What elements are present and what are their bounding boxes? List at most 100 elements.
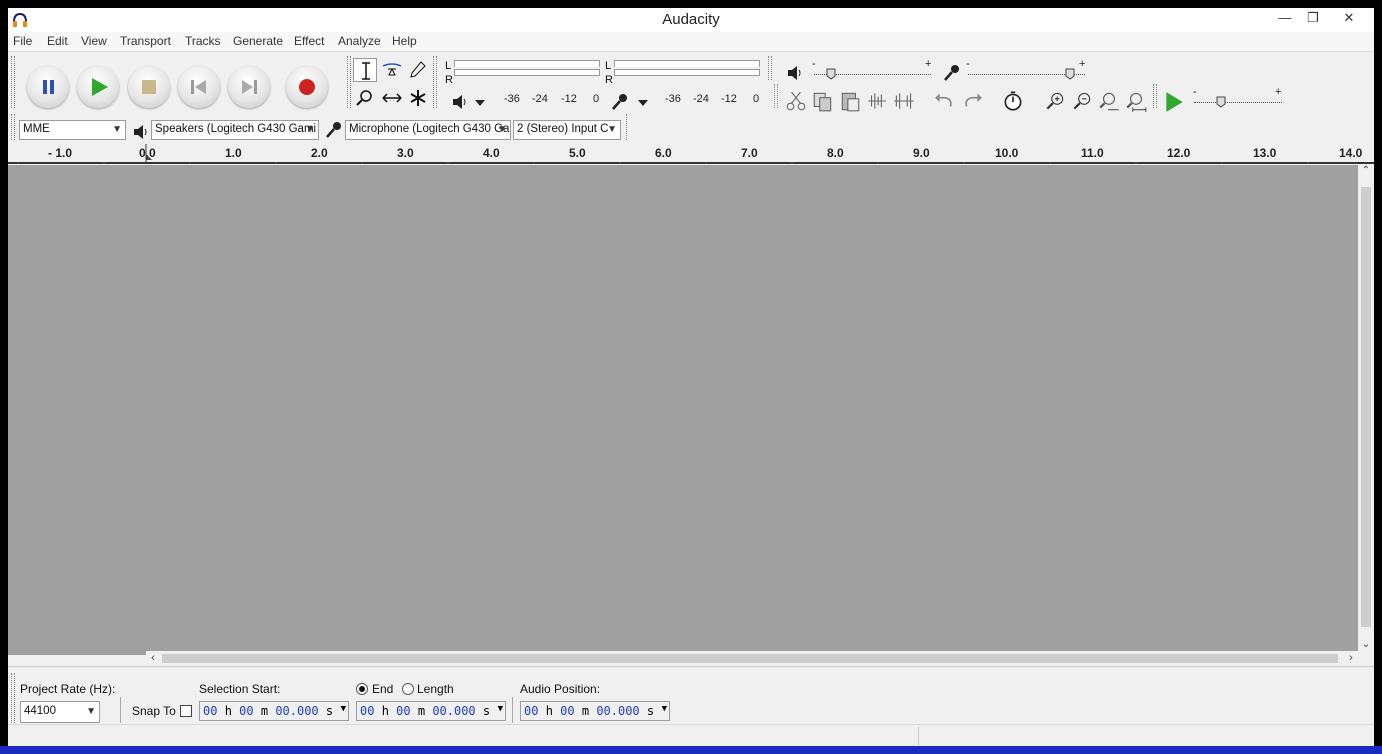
toolbar-area: L R L R -36 -24 -12 0 -36 -24 -12 0 - + … <box>8 52 1374 144</box>
playhead-marker-icon[interactable] <box>143 144 153 164</box>
redo-icon[interactable] <box>960 89 984 113</box>
toolbar-grip[interactable] <box>11 56 15 108</box>
toolbar-grip[interactable] <box>11 673 15 723</box>
copy-icon[interactable] <box>811 89 835 113</box>
play-meter-scale-36: -36 <box>504 93 520 105</box>
horizontal-scroll-thumb[interactable] <box>162 654 1338 663</box>
zoom-in-icon[interactable] <box>1043 89 1067 113</box>
play-meter-scale-12: -12 <box>561 93 577 105</box>
output-volume-slider-thumb[interactable] <box>826 68 836 80</box>
seconds-digits: 00.000 <box>596 704 640 718</box>
microphone-icon[interactable] <box>608 90 632 114</box>
menu-edit[interactable]: Edit <box>47 34 68 48</box>
project-rate-select[interactable]: 44100 ▼ <box>20 701 100 723</box>
record-meter-scale-36: -36 <box>665 93 681 105</box>
silence-icon[interactable] <box>892 89 916 113</box>
selection-end-time[interactable]: 00 h 00 m 00.000 s ▼ <box>356 701 506 721</box>
chevron-down-icon: ▼ <box>112 124 122 135</box>
undo-icon[interactable] <box>933 89 957 113</box>
timeline-ruler[interactable]: - 1.0 0.0 1.0 2.0 3.0 4.0 5.0 6.0 7.0 8.… <box>8 144 1374 164</box>
play-at-speed-slider-track[interactable] <box>1194 102 1282 103</box>
recording-channels-select[interactable]: 2 (Stereo) Input C ▼ <box>513 120 621 140</box>
record-meter-left-bar[interactable] <box>614 60 760 67</box>
multi-tool[interactable] <box>406 86 430 110</box>
play-meter-left-label: L <box>445 60 452 72</box>
skip-start-icon <box>191 80 206 94</box>
vertical-scroll-thumb[interactable] <box>1361 187 1371 627</box>
play-button[interactable] <box>77 66 119 108</box>
end-radio[interactable] <box>356 683 368 695</box>
record-button[interactable] <box>286 66 328 108</box>
menu-view[interactable]: View <box>81 34 107 48</box>
play-meter-left-bar[interactable] <box>454 60 600 67</box>
toolbar-grip[interactable] <box>11 114 15 140</box>
skip-to-end-button[interactable] <box>228 66 270 108</box>
menu-file[interactable]: File <box>13 34 32 48</box>
track-panel[interactable] <box>8 165 1358 655</box>
menu-effect[interactable]: Effect <box>294 34 324 48</box>
desktop-frame: Audacity — ❐ ✕ File Edit View Transport … <box>0 0 1382 754</box>
play-meter-right-bar[interactable] <box>454 69 600 76</box>
zoom-out-icon[interactable] <box>1070 89 1094 113</box>
selection-start-time[interactable]: 00 h 00 m 00.000 s ▼ <box>199 701 349 721</box>
audio-position-time[interactable]: 00 h 00 m 00.000 s ▼ <box>520 701 670 721</box>
sync-lock-icon[interactable] <box>1001 89 1025 113</box>
toolbar-grip[interactable] <box>768 56 772 80</box>
fit-project-icon[interactable] <box>1124 89 1148 113</box>
skip-to-start-button[interactable] <box>178 66 220 108</box>
selection-start-label: Selection Start: <box>199 682 281 696</box>
draw-tool[interactable] <box>406 58 430 82</box>
horizontal-scrollbar[interactable]: ‹ › <box>146 651 1358 665</box>
pencil-icon <box>410 61 426 78</box>
chevron-down-icon[interactable]: ▼ <box>662 704 667 714</box>
record-meter-right-bar[interactable] <box>614 69 760 76</box>
chevron-down-icon[interactable]: ▼ <box>341 704 346 714</box>
play-at-speed-slider-thumb[interactable] <box>1216 96 1226 108</box>
toolbar-grip[interactable] <box>433 56 437 108</box>
record-meter-right-label: R <box>605 74 613 86</box>
length-radio[interactable] <box>402 683 414 695</box>
record-meter-dropdown-icon[interactable] <box>631 90 655 114</box>
recording-device-select[interactable]: Microphone (Logitech G430 Ga ▼ <box>345 120 511 140</box>
toolbar-grip[interactable] <box>626 114 630 140</box>
vertical-scrollbar[interactable]: ⌃ ⌄ <box>1358 165 1374 655</box>
selection-tool[interactable] <box>353 58 377 82</box>
input-volume-slider-thumb[interactable] <box>1065 68 1075 80</box>
recording-channels-value: 2 (Stereo) Input C <box>517 123 609 135</box>
menu-generate[interactable]: Generate <box>233 34 283 48</box>
menu-analyze[interactable]: Analyze <box>338 34 381 48</box>
paste-icon[interactable] <box>838 89 862 113</box>
cut-icon[interactable] <box>784 89 808 113</box>
audio-position-label: Audio Position: <box>520 682 601 696</box>
chevron-down-icon[interactable]: ▼ <box>498 704 503 714</box>
play-at-speed-icon[interactable] <box>1162 90 1186 114</box>
envelope-tool[interactable] <box>380 58 404 82</box>
length-label: Length <box>417 682 454 696</box>
scroll-down-icon[interactable]: ⌄ <box>1358 639 1374 653</box>
menu-transport[interactable]: Transport <box>120 34 171 48</box>
menu-help[interactable]: Help <box>392 34 417 48</box>
scroll-right-icon[interactable]: › <box>1344 651 1358 665</box>
play-meter-dropdown-icon[interactable] <box>468 90 492 114</box>
menu-tracks[interactable]: Tracks <box>185 34 221 48</box>
scroll-up-icon[interactable]: ⌃ <box>1358 165 1374 179</box>
scroll-left-icon[interactable]: ‹ <box>146 651 160 665</box>
time-shift-tool[interactable] <box>380 86 404 110</box>
toolbar-grip[interactable] <box>1153 84 1157 108</box>
snap-to-checkbox[interactable] <box>180 705 192 717</box>
close-button[interactable]: ✕ <box>1334 8 1364 28</box>
stop-button[interactable] <box>128 66 170 108</box>
audio-host-select[interactable]: MME ▼ <box>19 120 126 140</box>
restore-button[interactable]: ❐ <box>1298 8 1328 28</box>
playback-device-select[interactable]: Speakers (Logitech G430 Gami ▼ <box>151 120 319 140</box>
toolbar-grip[interactable] <box>347 56 351 108</box>
minutes-unit: m <box>581 704 590 718</box>
snap-to-label: Snap To <box>132 704 176 718</box>
recording-device-microphone-icon <box>326 122 341 138</box>
zoom-tool[interactable] <box>353 86 377 110</box>
fit-selection-icon[interactable] <box>1097 89 1121 113</box>
toolbar-grip[interactable] <box>774 84 778 108</box>
minimize-button[interactable]: — <box>1270 8 1300 28</box>
trim-icon[interactable] <box>865 89 889 113</box>
pause-button[interactable] <box>27 66 69 108</box>
